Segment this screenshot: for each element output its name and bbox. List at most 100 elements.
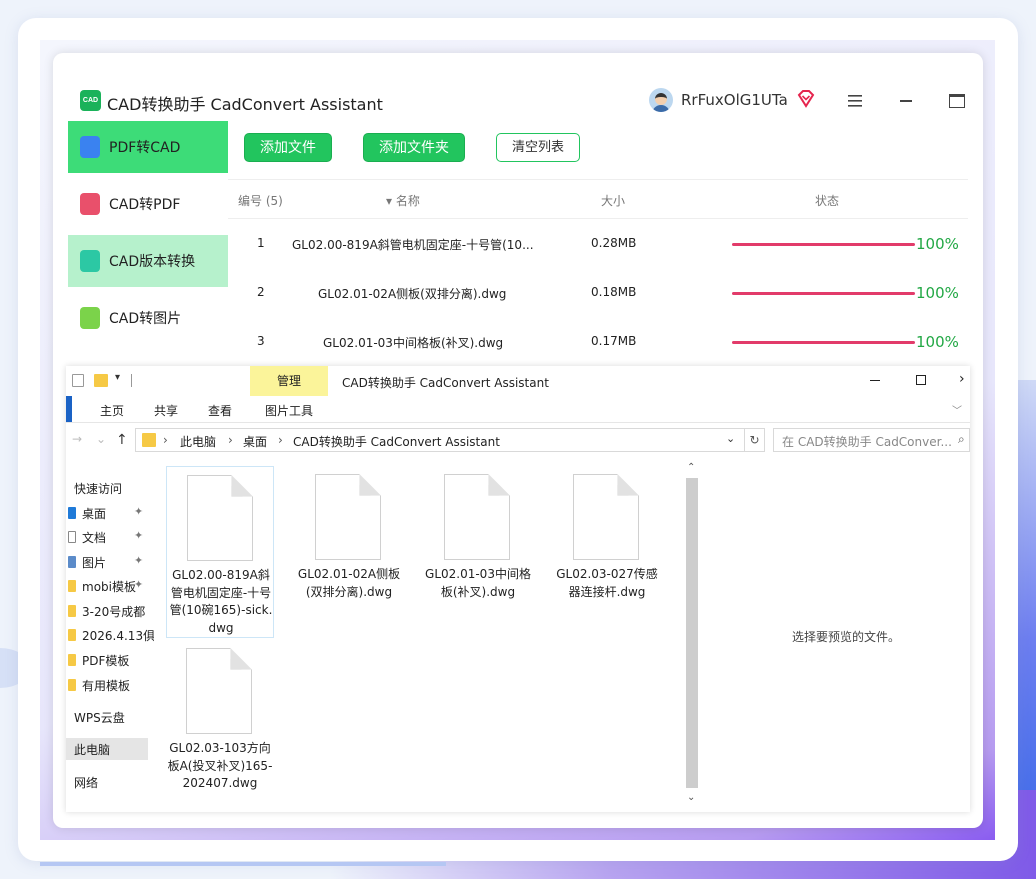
sidebar-item-cad-version[interactable]: CAD版本转换 <box>68 235 228 287</box>
document-icon <box>68 531 76 543</box>
file-name: GL02.03-027传感器连接杆.dwg <box>556 567 658 599</box>
folder-icon <box>68 580 76 592</box>
row-file-size: 0.28MB <box>591 236 637 250</box>
app-toolbar: 添加文件 添加文件夹 清空列表 <box>228 121 983 179</box>
clear-list-button[interactable]: 清空列表 <box>496 133 580 162</box>
address-dropdown-icon[interactable]: ⌄ <box>726 432 735 445</box>
folder-icon <box>68 605 76 617</box>
column-size[interactable]: 大小 <box>601 192 625 209</box>
column-status[interactable]: 状态 <box>815 192 839 209</box>
refresh-icon[interactable]: ↻ <box>745 428 765 452</box>
explorer-window-title: CAD转换助手 CadConvert Assistant <box>342 376 549 390</box>
nav-item-this-pc[interactable]: 此电脑 <box>66 738 148 760</box>
vertical-scrollbar[interactable]: ⌃ ⌄ <box>684 462 700 808</box>
search-input[interactable]: 在 CAD转换助手 CadConver... ⌕ <box>773 428 970 452</box>
tab-share[interactable]: 共享 <box>154 402 178 419</box>
nav-item-pictures[interactable]: 图片 ✦ <box>66 551 154 573</box>
row-file-name: GL02.01-03中间格板(补叉).dwg <box>323 336 504 350</box>
maximize-icon[interactable] <box>949 94 965 108</box>
breadcrumb-desktop[interactable]: 桌面 <box>243 433 267 450</box>
vip-diamond-icon[interactable] <box>796 89 816 109</box>
sidebar-item-cad-to-pdf[interactable]: CAD转PDF <box>68 178 228 230</box>
picture-icon <box>68 556 76 568</box>
tab-manage[interactable]: 管理 <box>250 366 328 396</box>
file-name: GL02.01-03中间格板(补叉).dwg <box>425 567 531 599</box>
quick-access-dropdown[interactable]: ▾ <box>115 372 120 383</box>
column-number[interactable]: 编号 (5) <box>238 192 283 209</box>
column-name[interactable]: ▾ 名称 <box>386 192 420 209</box>
add-folder-button[interactable]: 添加文件夹 <box>363 133 465 162</box>
pin-icon: ✦ <box>134 529 144 542</box>
nav-item-label: 3-20号成都 <box>82 605 146 619</box>
address-bar[interactable]: › 此电脑 › 桌面 › CAD转换助手 CadConvert Assistan… <box>135 428 745 452</box>
row-progress-text: 100% <box>916 333 959 351</box>
divider <box>66 422 970 423</box>
sidebar-item-pdf-to-cad[interactable]: PDF转CAD <box>68 121 228 173</box>
explorer-maximize-icon[interactable] <box>916 375 926 385</box>
nav-item-label: 2026.4.13俱 <box>82 629 154 643</box>
breadcrumb-this-pc[interactable]: 此电脑 <box>180 433 216 450</box>
nav-item-folder[interactable]: 2026.4.13俱 <box>66 624 154 646</box>
nav-item-folder[interactable]: 3-20号成都 <box>66 600 154 622</box>
file-tile[interactable]: GL02.00-819A斜管电机固定座-十号管(10碗165)-sick.dwg <box>166 466 274 638</box>
dwg-file-icon <box>186 648 252 734</box>
file-name: GL02.01-02A侧板(双排分离).dwg <box>297 567 401 599</box>
tab-home[interactable]: 主页 <box>100 402 124 419</box>
nav-item-mobi-templates[interactable]: mobi模板 ✦ <box>66 575 154 597</box>
breadcrumb-current-folder[interactable]: CAD转换助手 CadConvert Assistant <box>293 433 500 450</box>
explorer-close-icon[interactable]: › <box>959 371 965 387</box>
tab-view[interactable]: 查看 <box>208 402 232 419</box>
table-row[interactable]: 2 GL02.01-02A侧板(双排分离).dwg 0.18MB 100% <box>228 269 968 318</box>
desktop-icon <box>68 507 76 519</box>
user-name[interactable]: RrFuxOlG1UTa <box>681 91 788 109</box>
dwg-file-icon <box>444 474 510 560</box>
folder-icon <box>142 433 156 447</box>
tab-picture-tools[interactable]: 图片工具 <box>265 402 313 419</box>
sidebar-item-cad-to-image[interactable]: CAD转图片 <box>68 292 228 344</box>
file-tile[interactable]: GL02.03-103方向板A(投叉补叉)165-202407.dwg <box>166 640 274 812</box>
file-tile[interactable]: GL02.01-02A侧板(双排分离).dwg <box>295 466 403 638</box>
folder-icon <box>68 654 76 666</box>
add-file-button[interactable]: 添加文件 <box>244 133 332 162</box>
nav-item-pdf-templates[interactable]: PDF模板 <box>66 649 154 671</box>
nav-item-wps-cloud[interactable]: WPS云盘 <box>66 706 154 728</box>
nav-item-network[interactable]: 网络 <box>66 771 154 793</box>
nav-item-label: 网络 <box>74 776 99 790</box>
nav-item-label: WPS云盘 <box>74 711 125 725</box>
tab-file[interactable] <box>66 396 72 422</box>
search-placeholder: 在 CAD转换助手 CadConver... <box>782 435 952 449</box>
minimize-icon[interactable] <box>900 100 912 102</box>
file-name: GL02.03-103方向板A(投叉补叉)165-202407.dwg <box>167 741 273 790</box>
row-progress-bar <box>732 292 915 295</box>
back-arrow-icon[interactable]: → <box>72 432 82 446</box>
properties-checkbox-icon[interactable] <box>72 374 84 387</box>
nav-item-label: 有用模板 <box>82 679 131 693</box>
pdf-to-cad-icon <box>80 136 100 158</box>
up-arrow-icon[interactable]: ↑ <box>116 432 128 448</box>
sidebar-item-label: CAD转图片 <box>109 311 182 327</box>
table-row[interactable]: 3 GL02.01-03中间格板(补叉).dwg 0.17MB 100% <box>228 318 968 367</box>
row-progress-text: 100% <box>916 284 959 302</box>
breadcrumb-separator: › <box>163 433 168 447</box>
nav-item-label: 图片 <box>82 556 107 570</box>
row-file-size: 0.17MB <box>591 334 637 348</box>
nav-item-documents[interactable]: 文档 ✦ <box>66 526 154 548</box>
nav-item-desktop[interactable]: 桌面 ✦ <box>66 502 154 524</box>
file-tile[interactable]: GL02.03-027传感器连接杆.dwg <box>553 466 661 638</box>
ribbon-expand-chevron-icon[interactable]: ﹀ <box>952 402 962 417</box>
file-tile[interactable]: GL02.01-03中间格板(补叉).dwg <box>424 466 532 638</box>
nav-item-label: 桌面 <box>82 507 107 521</box>
scroll-up-icon[interactable]: ⌃ <box>687 462 695 473</box>
user-avatar[interactable] <box>649 88 673 112</box>
scroll-down-icon[interactable]: ⌄ <box>687 792 695 803</box>
recent-locations-icon[interactable]: ⌄ <box>96 432 106 446</box>
explorer-minimize-icon[interactable] <box>870 380 880 381</box>
nav-item-quick-access[interactable]: 快速访问 <box>66 477 154 499</box>
new-folder-icon[interactable] <box>94 374 108 387</box>
dwg-file-icon <box>187 475 253 561</box>
table-row[interactable]: 1 GL02.00-819A斜管电机固定座-十号管(10... 0.28MB 1… <box>228 220 968 269</box>
preview-pane-message: 选择要预览的文件。 <box>792 630 901 644</box>
nav-item-useful-templates[interactable]: 有用模板 <box>66 674 154 696</box>
hamburger-menu-icon[interactable] <box>848 95 862 107</box>
scroll-thumb[interactable] <box>686 478 698 788</box>
